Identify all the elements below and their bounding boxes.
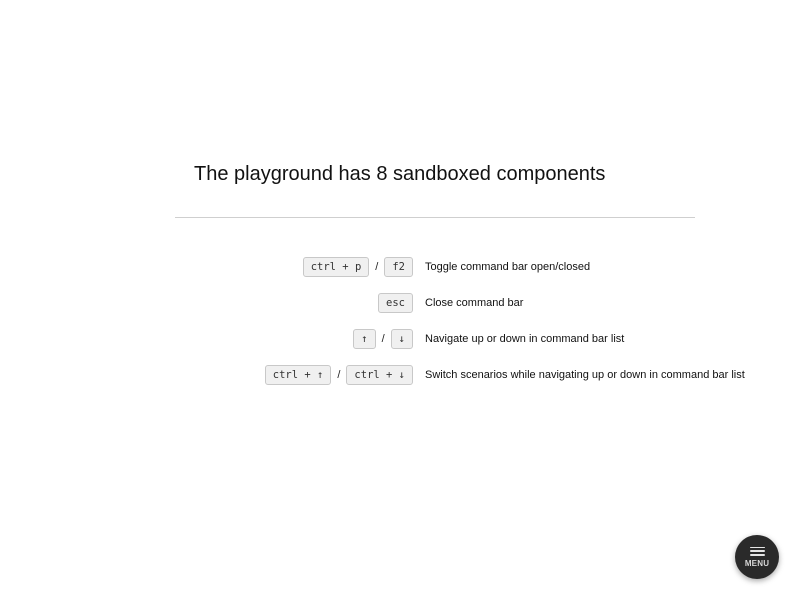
page: The playground has 8 sandboxed component… (0, 0, 800, 600)
shortcut-row-close: esc Close command bar (0, 293, 800, 317)
shortcut-keys: esc (378, 293, 413, 313)
shortcut-description: Navigate up or down in command bar list (425, 333, 625, 345)
key-separator: / (337, 369, 341, 381)
key-arrow-down: ↓ (390, 329, 413, 349)
key-ctrl-p: ctrl + p (302, 257, 370, 277)
menu-button[interactable]: MENU (735, 535, 779, 579)
shortcut-keys: ctrl + p / f2 (302, 257, 413, 277)
key-separator: / (375, 261, 379, 273)
key-ctrl-down: ctrl + ↓ (346, 365, 413, 385)
shortcut-description: Toggle command bar open/closed (425, 261, 591, 273)
shortcut-description: Switch scenarios while navigating up or … (425, 369, 745, 381)
menu-button-label: MENU (744, 558, 770, 568)
key-esc: esc (378, 293, 413, 313)
shortcut-keys: ↑ / ↓ (353, 329, 413, 349)
page-title: The playground has 8 sandboxed component… (194, 163, 606, 185)
key-f2: f2 (384, 257, 413, 277)
hamburger-icon (749, 546, 765, 556)
shortcut-row-switch-scenarios: ctrl + ↑ / ctrl + ↓ Switch scenarios whi… (0, 365, 800, 389)
shortcut-row-navigate: ↑ / ↓ Navigate up or down in command bar… (0, 329, 800, 353)
shortcut-description: Close command bar (425, 297, 524, 309)
key-ctrl-up: ctrl + ↑ (264, 365, 332, 385)
key-separator: / (381, 333, 385, 345)
shortcut-keys: ctrl + ↑ / ctrl + ↓ (264, 365, 413, 385)
key-arrow-up: ↑ (353, 329, 376, 349)
divider (175, 217, 695, 218)
shortcut-row-toggle: ctrl + p / f2 Toggle command bar open/cl… (0, 257, 800, 281)
